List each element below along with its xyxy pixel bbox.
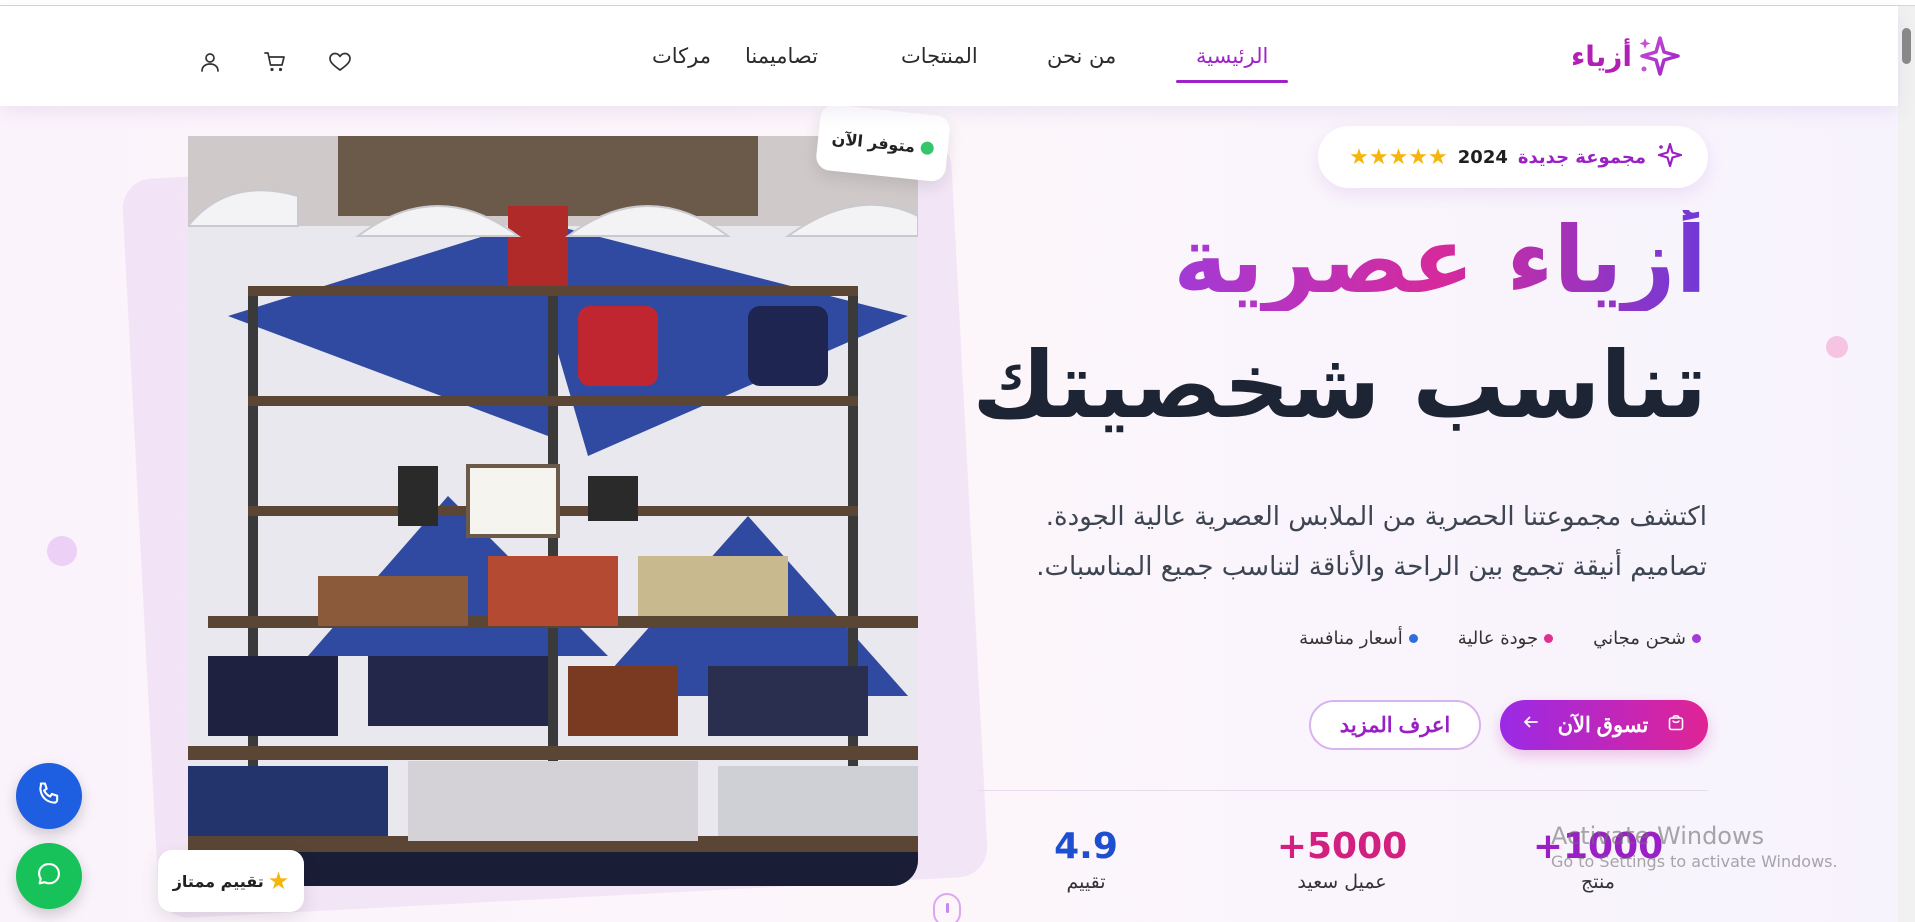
feature-dot-icon (1544, 634, 1554, 643)
available-now-badge: متوفر الآن (814, 103, 952, 183)
sparkle-icon (1656, 142, 1683, 172)
windows-activation-watermark: Activate Windows Go to Settings to activ… (1551, 822, 1838, 871)
stat-happy-customers: +5000 عميل سعيد (1262, 826, 1422, 893)
watermark-subtitle: Go to Settings to activate Windows. (1551, 852, 1838, 871)
stat-rating-label: تقييم (1066, 871, 1106, 893)
feature-label: شحن مجاني (1593, 628, 1686, 649)
available-now-text: متوفر الآن (831, 128, 917, 156)
stat-customers-label: عميل سعيد (1297, 871, 1387, 893)
availability-dot (920, 140, 935, 155)
hero-description-line2: تصاميم أنيقة تجمع بين الراحة والأناقة لت… (1036, 552, 1707, 582)
hero-description-line1: اكتشف مجموعتنا الحصرية من الملابس العصري… (1045, 502, 1707, 532)
chat-icon (35, 860, 63, 892)
wishlist-heart-icon[interactable] (328, 50, 352, 74)
stats-divider (978, 790, 1708, 791)
phone-button[interactable] (16, 763, 82, 829)
cart-icon[interactable] (263, 50, 287, 74)
stat-rating-value: 4.9 (1054, 826, 1118, 867)
scroll-down-indicator[interactable] (933, 893, 961, 922)
decor-dot-purple (47, 536, 77, 566)
chat-button[interactable] (16, 843, 82, 909)
user-icon[interactable] (198, 50, 222, 74)
feature-list: شحن مجاني جودة عالية أسعار منافسة (1299, 628, 1701, 649)
new-collection-text: مجموعة جديدة (1517, 146, 1646, 168)
feature-competitive-prices: أسعار منافسة (1299, 628, 1418, 649)
nav-item-products[interactable]: المنتجات (901, 44, 978, 68)
hero-title-line2: تناسب شخصيتك (972, 332, 1707, 439)
excellent-rating-badge: ★ تقييم ممتاز (158, 850, 304, 912)
learn-more-button[interactable]: اعرف المزيد (1309, 700, 1481, 750)
hero-description: اكتشف مجموعتنا الحصرية من الملابس العصري… (987, 492, 1707, 592)
feature-dot-icon (1408, 634, 1418, 643)
nav-active-underline (1176, 80, 1288, 83)
page-scrollbar[interactable] (1898, 6, 1915, 922)
stat-products-label: منتج (1581, 871, 1615, 893)
shop-now-button[interactable]: تسوق الآن (1500, 700, 1708, 750)
collection-year: 2024 (1457, 146, 1508, 168)
feature-high-quality: جودة عالية (1457, 628, 1554, 649)
hero-store-image (188, 136, 918, 886)
shop-now-label: تسوق الآن (1557, 713, 1649, 737)
hero-title-line1: أزياء عصرية (1173, 207, 1707, 314)
rating-star-icon: ★ (267, 867, 290, 895)
nav-item-about[interactable]: من نحن (1047, 44, 1116, 68)
scrollbar-thumb[interactable] (1902, 28, 1911, 64)
nav-item-home[interactable]: الرئيسية (1196, 44, 1268, 68)
feature-dot-icon (1692, 634, 1701, 643)
nav-item-designs[interactable]: تصاميمنا (745, 44, 818, 68)
stat-rating: 4.9 تقييم (1006, 826, 1166, 893)
nav-item-brands[interactable]: مركات (652, 44, 711, 68)
site-header: أزياء الرئيسية من نحن المنتجات تصاميمنا … (0, 6, 1898, 106)
five-stars-icon: ★★★★★ (1349, 144, 1448, 170)
new-collection-tag: مجموعة جديدة 2024 ★★★★★ (1318, 126, 1708, 188)
watermark-title: Activate Windows (1551, 822, 1765, 850)
feature-label: جودة عالية (1457, 628, 1539, 649)
feature-free-shipping: شحن مجاني (1593, 628, 1701, 649)
stat-customers-value: +5000 (1276, 826, 1408, 867)
phone-icon (35, 780, 63, 812)
excellent-rating-text: تقييم ممتاز (172, 871, 264, 891)
shopping-bag-icon (1666, 712, 1686, 738)
arrow-icon (1522, 713, 1540, 737)
feature-label: أسعار منافسة (1299, 628, 1403, 649)
decor-dot-pink (1826, 336, 1848, 358)
